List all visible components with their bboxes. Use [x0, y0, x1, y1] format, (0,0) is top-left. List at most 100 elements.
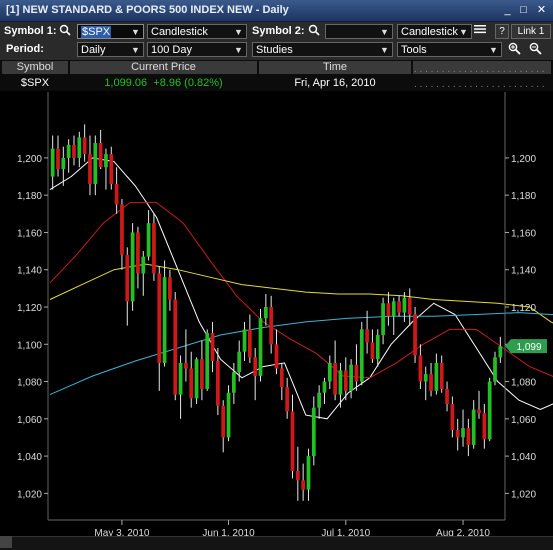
quote-extra-header: . . . . . . . . . . . . . . . . . . . . … — [414, 64, 545, 75]
x-tick-label: Aug 2, 2010 — [436, 528, 490, 536]
candle-body — [221, 405, 226, 438]
x-tick-label: Jul 1, 2010 — [321, 528, 370, 536]
y-tick-label-right: 1,080 — [511, 378, 536, 389]
candle-body — [216, 361, 220, 406]
zoom-out-icon[interactable] — [527, 42, 543, 57]
chart-type-value: Candlestick — [151, 26, 208, 38]
window-title: [1] NEW STANDARD & POORS 500 INDEX NEW -… — [6, 4, 289, 16]
chevron-down-icon[interactable]: ▼ — [379, 25, 390, 40]
candle-body — [247, 329, 252, 358]
chevron-down-icon[interactable]: ▼ — [458, 25, 469, 40]
candle-body — [189, 368, 194, 399]
y-tick-label-left: 1,020 — [17, 489, 42, 500]
maximize-button[interactable]: □ — [516, 3, 531, 17]
quote-header-time: Time — [259, 61, 411, 74]
candle-body — [439, 362, 444, 389]
chevron-down-icon[interactable]: ▼ — [130, 43, 141, 58]
scroll-left-button[interactable] — [0, 536, 12, 548]
minimize-button[interactable]: _ — [500, 3, 515, 17]
y-tick-label-right: 1,040 — [511, 452, 536, 463]
candle-body — [98, 143, 103, 168]
candle-body — [162, 277, 167, 363]
period-select[interactable]: Daily ▼ — [77, 42, 144, 57]
candle-body — [370, 342, 375, 360]
price-chart[interactable]: 1,020 1,040 1,060 1,080 1,100 1,120 1,140 1,160… — [0, 92, 553, 536]
y-tick-label-right: 1,120 — [511, 303, 536, 314]
candle-body — [125, 254, 130, 302]
candle-body — [306, 456, 311, 490]
candle-body — [178, 362, 183, 395]
candle-body — [471, 409, 476, 445]
quote-price: 1,099.06 — [104, 77, 148, 89]
candle-body — [194, 359, 199, 399]
candle-body — [311, 407, 316, 457]
candle — [205, 329, 210, 391]
symbol1-input[interactable]: $SPX ▼ — [77, 24, 144, 39]
candle-body — [333, 362, 337, 395]
candle-body — [418, 355, 423, 382]
chevron-down-icon[interactable]: ▼ — [130, 25, 141, 40]
candle-body — [88, 154, 92, 184]
candle-body — [120, 204, 124, 255]
candle-body — [77, 137, 82, 158]
candle-body — [434, 362, 439, 391]
symbol2-label: Symbol 2: — [252, 25, 305, 37]
chart-type2-select[interactable]: Candlestick ▼ — [397, 24, 472, 39]
candle-body — [391, 301, 396, 317]
chart-type-select[interactable]: Candlestick ▼ — [147, 24, 247, 39]
candle-body — [301, 480, 306, 490]
chevron-down-icon[interactable]: ▼ — [379, 43, 390, 58]
quote-change: +8.96 (0.82%) — [153, 77, 223, 89]
tools-value: Tools — [401, 44, 427, 56]
menu-icon[interactable] — [472, 24, 488, 39]
tools-select[interactable]: Tools ▼ — [397, 42, 502, 57]
x-tick-label: Jun 1, 2010 — [202, 528, 255, 536]
candle-body — [82, 137, 87, 155]
chevron-down-icon[interactable]: ▼ — [233, 43, 244, 58]
y-tick-label-right: 1,060 — [511, 415, 536, 426]
candle-body — [338, 370, 343, 395]
candle-body — [168, 277, 172, 300]
candle-body — [413, 314, 417, 356]
candle-body — [104, 154, 108, 168]
x-tick-label: May 3, 2010 — [94, 528, 149, 536]
candle — [226, 385, 231, 442]
y-tick-label-right: 1,020 — [511, 489, 536, 500]
studies-select[interactable]: Studies ▼ — [252, 42, 393, 57]
candle-body — [343, 370, 348, 391]
candle — [413, 307, 417, 363]
candle-body — [200, 359, 204, 389]
period-toolbar: Period: Daily ▼ 100 Day ▼ Studies ▼ Tool… — [0, 41, 553, 60]
search-icon[interactable] — [57, 24, 73, 39]
candle-body — [56, 148, 60, 170]
y-tick-label-left: 1,080 — [17, 378, 42, 389]
chevron-down-icon[interactable]: ▼ — [233, 25, 244, 40]
window-titlebar[interactable]: [1] NEW STANDARD & POORS 500 INDEX NEW -… — [0, 0, 553, 22]
candle-body — [130, 232, 135, 302]
close-button[interactable]: ✕ — [534, 3, 549, 17]
zoom-in-icon[interactable] — [506, 42, 522, 57]
chevron-down-icon[interactable]: ▼ — [488, 43, 499, 58]
symbol1-label: Symbol 1: — [4, 25, 57, 37]
candle-body — [407, 297, 412, 315]
y-tick-label-right: 1,160 — [511, 228, 536, 239]
y-tick-label-left: 1,120 — [17, 303, 42, 314]
search-icon[interactable] — [306, 24, 322, 39]
candle-body — [429, 374, 433, 391]
chart-type2-value: Candlestick — [401, 26, 458, 38]
candle-body — [285, 387, 290, 412]
candle-body — [184, 362, 188, 369]
candle-body — [354, 364, 359, 382]
candle-body — [487, 381, 492, 440]
candle — [130, 223, 135, 311]
y-tick-label-right: 1,140 — [511, 266, 536, 277]
candle-body — [205, 333, 210, 389]
studies-value: Studies — [256, 44, 293, 56]
bottom-bar — [0, 536, 553, 550]
help-button[interactable]: ? — [495, 24, 509, 39]
range-select[interactable]: 100 Day ▼ — [147, 42, 247, 57]
candle-body — [141, 256, 146, 274]
candle-body — [349, 364, 353, 391]
link-button[interactable]: Link 1 — [511, 24, 551, 39]
symbol2-input[interactable]: ▼ — [325, 24, 393, 39]
